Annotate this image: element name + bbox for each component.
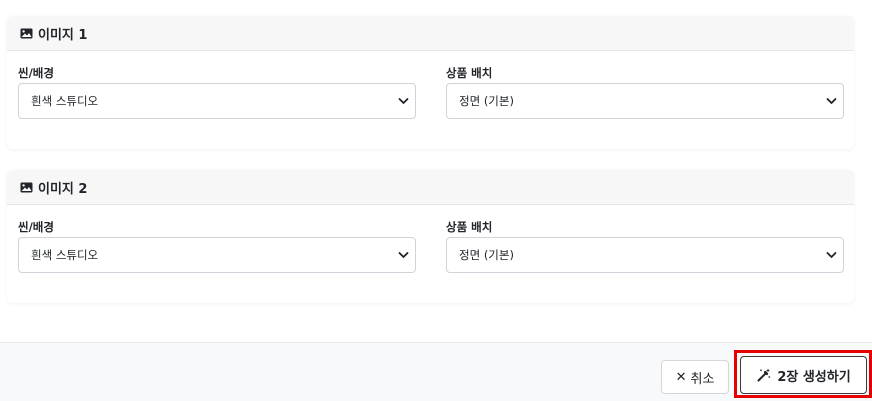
- image-icon: [20, 182, 33, 192]
- placement-label: 상품 배치: [446, 66, 493, 80]
- cancel-button[interactable]: ✕ 취소: [661, 360, 729, 394]
- close-icon: ✕: [675, 369, 687, 385]
- placement-field: 상품 배치 정면 (기본): [446, 218, 844, 273]
- scene-field: 씬/배경 흰색 스튜디오: [18, 218, 416, 273]
- image-card-body: 씬/배경 흰색 스튜디오 상품 배치 정면 (기본): [7, 205, 854, 303]
- cancel-button-label: 취소: [690, 371, 715, 387]
- chevron-down-icon: [826, 98, 837, 104]
- image-card-2: 이미지 2 씬/배경 흰색 스튜디오 상품 배치 정면 (기본): [7, 170, 854, 303]
- scene-label: 씬/배경: [18, 66, 54, 80]
- chevron-down-icon: [398, 98, 409, 104]
- chevron-down-icon: [398, 252, 409, 258]
- image-card-title: 이미지 2: [38, 181, 88, 197]
- placement-select[interactable]: 정면 (기본): [446, 83, 844, 119]
- placement-field: 상품 배치 정면 (기본): [446, 64, 844, 119]
- placement-select-value: 정면 (기본): [459, 94, 514, 108]
- image-icon: [20, 28, 33, 38]
- chevron-down-icon: [826, 252, 837, 258]
- magic-wand-icon: [757, 368, 771, 382]
- generate-button[interactable]: 2장 생성하기: [740, 356, 867, 394]
- scene-select-value: 흰색 스튜디오: [31, 248, 99, 262]
- placement-select-value: 정면 (기본): [459, 248, 514, 262]
- placement-label: 상품 배치: [446, 220, 493, 234]
- scene-field: 씬/배경 흰색 스튜디오: [18, 64, 416, 119]
- scene-label: 씬/배경: [18, 220, 54, 234]
- placement-select[interactable]: 정면 (기본): [446, 237, 844, 273]
- image-card-header: 이미지 1: [7, 16, 854, 51]
- image-card-header: 이미지 2: [7, 170, 854, 205]
- scene-select-value: 흰색 스튜디오: [31, 94, 99, 108]
- generate-button-label: 2장 생성하기: [777, 369, 851, 385]
- scene-select[interactable]: 흰색 스튜디오: [18, 237, 416, 273]
- image-card-title: 이미지 1: [38, 27, 88, 43]
- image-generation-panel: 이미지 1 씬/배경 흰색 스튜디오 상품 배치 정면 (기본) 이미지 2 씬…: [0, 0, 872, 401]
- image-card-1: 이미지 1 씬/배경 흰색 스튜디오 상품 배치 정면 (기본): [7, 16, 854, 149]
- image-card-body: 씬/배경 흰색 스튜디오 상품 배치 정면 (기본): [7, 51, 854, 149]
- scene-select[interactable]: 흰색 스튜디오: [18, 83, 416, 119]
